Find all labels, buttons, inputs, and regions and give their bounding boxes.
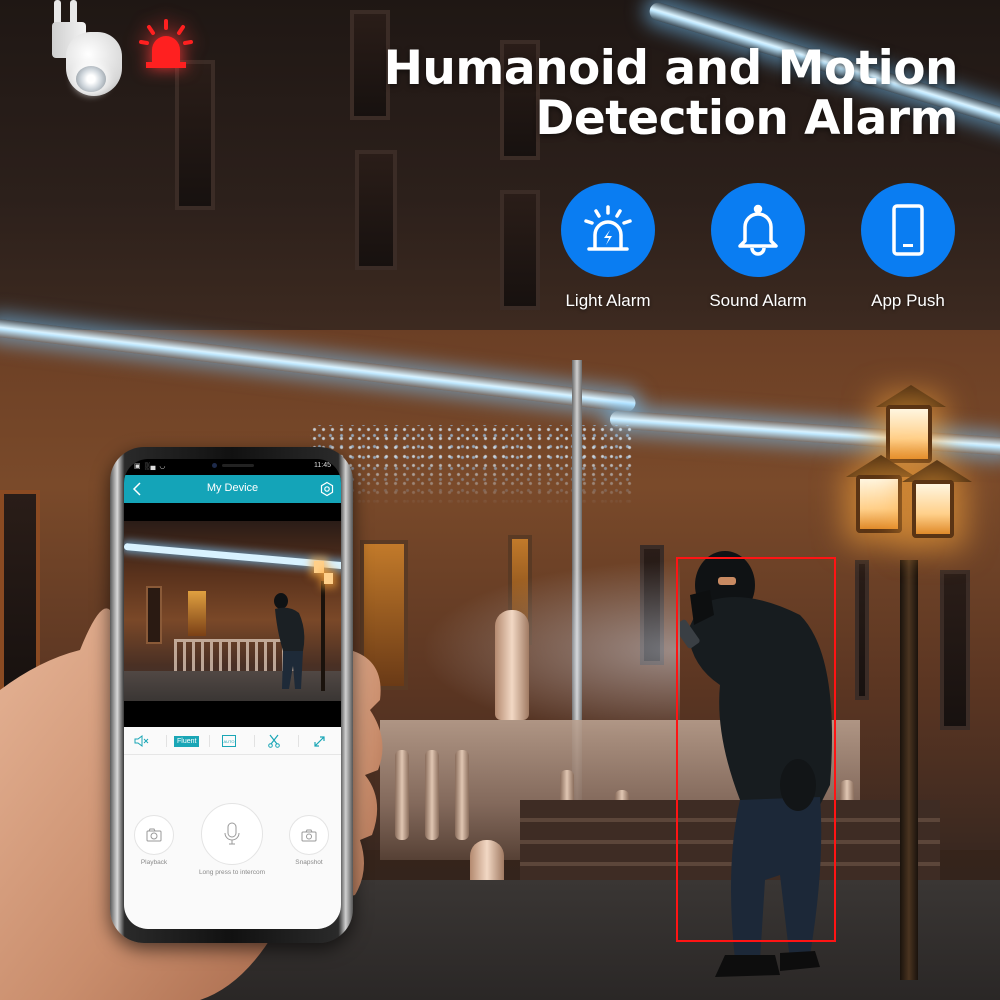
intercom-ring — [201, 803, 263, 865]
auto-mode-button[interactable]: AUTO — [222, 733, 236, 749]
video-lamp — [314, 561, 324, 573]
phone-notch — [188, 459, 280, 473]
feature-label: Sound Alarm — [709, 291, 807, 310]
front-camera — [212, 463, 217, 468]
video-neon-strip — [124, 543, 341, 571]
fullscreen-button[interactable] — [312, 733, 326, 749]
feature-app-push: App Push — [838, 183, 978, 311]
video-window — [146, 586, 162, 644]
intercom-button[interactable]: Long press to intercom — [192, 803, 272, 876]
toolbar-divider — [298, 735, 299, 747]
baluster — [425, 750, 439, 840]
control-panel: Fluent AUTO Playback Long press to inter… — [124, 727, 341, 929]
humanoid-detection-box — [676, 557, 836, 942]
baluster — [455, 750, 469, 840]
earpiece-speaker — [222, 464, 254, 467]
bell-icon — [738, 204, 778, 256]
street-lamp-post — [900, 560, 918, 980]
ptz-camera-image — [50, 0, 130, 98]
building-window — [500, 190, 540, 310]
mute-button[interactable] — [134, 733, 150, 749]
video-lamp-post — [321, 581, 325, 691]
status-time: 11:45 — [314, 462, 331, 469]
quality-button[interactable]: Fluent — [174, 733, 200, 749]
feature-icon-circle — [711, 183, 805, 277]
building-window — [175, 60, 215, 210]
settings-icon[interactable] — [319, 481, 335, 497]
video-lit-doorway — [188, 591, 206, 636]
camera-lens — [76, 66, 106, 92]
quality-label: Fluent — [174, 735, 200, 747]
snapshot-label: Snapshot — [295, 859, 323, 866]
microphone-icon — [224, 822, 240, 845]
clip-button[interactable] — [267, 733, 281, 749]
street-lamp — [886, 405, 932, 463]
headline-line-2: Detection Alarm — [535, 91, 958, 146]
expand-icon — [313, 735, 325, 747]
playback-label: Playback — [140, 859, 168, 866]
playback-icon — [146, 828, 162, 842]
toolbar-divider — [209, 735, 210, 747]
playback-toolbar: Fluent AUTO — [124, 727, 341, 755]
feature-label: App Push — [871, 291, 945, 310]
app-title: My Device — [206, 482, 259, 494]
smartphone-icon — [892, 204, 924, 256]
video-intruder — [274, 593, 305, 689]
auto-label: AUTO — [222, 735, 236, 747]
street-lamp — [856, 475, 902, 533]
flashlight-beam — [420, 560, 680, 740]
playback-button[interactable]: Playback — [132, 815, 176, 866]
building-window — [940, 570, 970, 730]
feature-label: Light Alarm — [565, 291, 651, 310]
feature-icon-circle — [861, 183, 955, 277]
speaker-mute-icon — [134, 735, 149, 747]
feature-sound-alarm: Sound Alarm — [688, 183, 828, 311]
string-lights — [310, 425, 635, 505]
headline: Humanoid and Motion Detection Alarm — [383, 41, 959, 146]
toolbar-divider — [166, 735, 167, 747]
snapshot-ring — [289, 815, 329, 855]
camera-icon — [301, 829, 317, 841]
toolbar-divider — [254, 735, 255, 747]
feature-light-alarm: Light Alarm — [538, 183, 678, 311]
video-lamp — [324, 573, 333, 584]
intercom-label: Long press to intercom — [198, 869, 266, 876]
scissors-icon — [268, 734, 280, 748]
phone-screen: ▣ ░▄ ◡ 11:45 My Device Fluent AUTO Playb… — [124, 459, 341, 929]
snapshot-button[interactable]: Snapshot — [287, 815, 331, 866]
siren-light-icon — [584, 205, 632, 251]
alarm-features: Light Alarm Sound Alarm App Push — [548, 183, 968, 323]
building-window — [355, 150, 397, 270]
cherub-statue — [495, 610, 529, 720]
building-window — [855, 560, 869, 700]
headline-line-1: Humanoid and Motion — [383, 41, 959, 96]
feature-icon-circle — [561, 183, 655, 277]
playback-ring — [134, 815, 174, 855]
status-signal-icons: ▣ ░▄ ◡ — [134, 463, 167, 470]
live-video-feed[interactable] — [124, 521, 341, 701]
app-header: My Device — [124, 475, 341, 503]
red-siren-icon — [139, 19, 193, 68]
street-lamp — [912, 480, 954, 538]
